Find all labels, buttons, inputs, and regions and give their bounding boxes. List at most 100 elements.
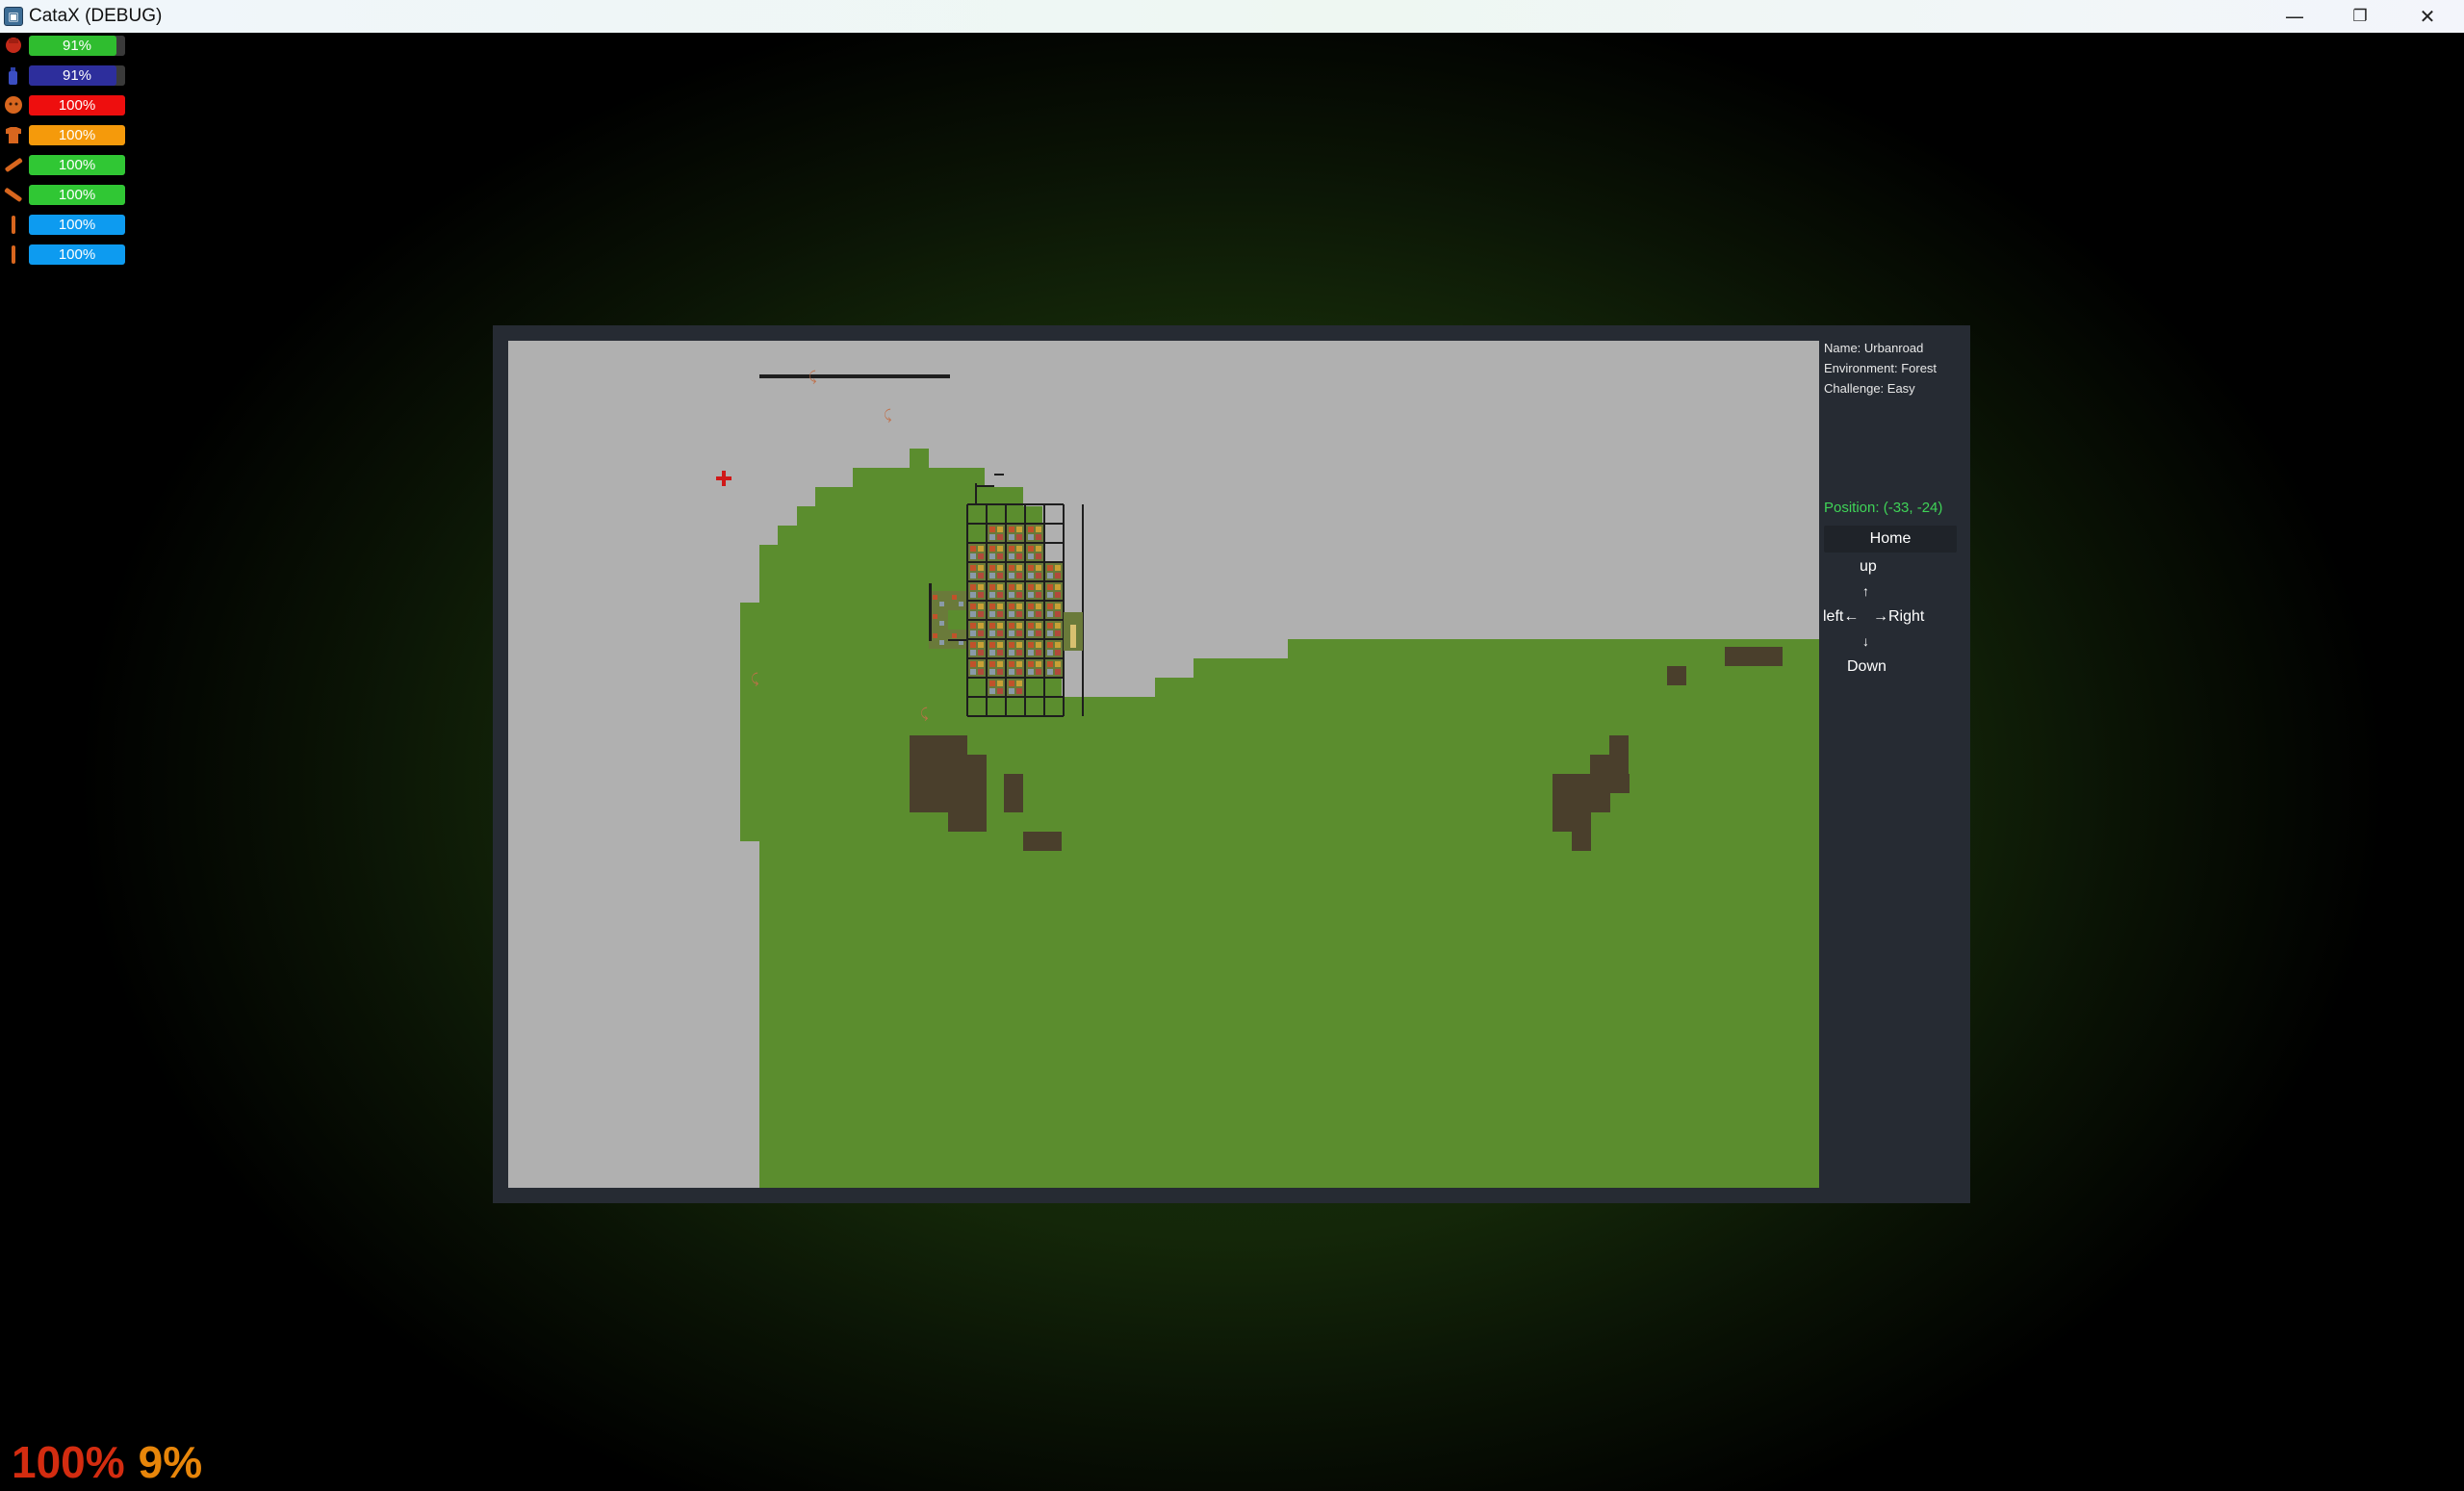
forest-patch: [1609, 735, 1629, 755]
city-street: [1063, 504, 1065, 716]
grass-area: [1155, 678, 1819, 697]
grass-area: [759, 861, 1819, 1188]
stat-label: 91%: [62, 67, 92, 84]
stat-label: 100%: [58, 97, 96, 114]
stat-label: 100%: [58, 127, 96, 143]
nav-right-button[interactable]: →Right: [1873, 608, 1924, 626]
overmap-sidebar: Name: Urbanroad Environment: Forest Chal…: [1819, 341, 1964, 1188]
creature-marker-icon: ⤹: [884, 408, 892, 424]
right-leg-icon: [2, 244, 25, 264]
city-street: [929, 583, 932, 641]
tile-environment: Environment: Forest: [1824, 361, 1938, 375]
road: [759, 374, 950, 378]
forest-patch: [1725, 647, 1783, 666]
close-button[interactable]: ✕: [2395, 0, 2460, 33]
forest-patch: [910, 735, 967, 755]
grass-area: [853, 468, 985, 487]
stat-row: 91%: [0, 33, 135, 58]
stat-bar: 100%: [29, 185, 125, 205]
stat-label: 100%: [58, 246, 96, 263]
restore-button[interactable]: ❐: [2327, 0, 2393, 33]
city-street: [967, 638, 1064, 640]
position-readout: Position: (-33, -24): [1824, 500, 1943, 516]
stat-row: 91%: [0, 63, 135, 88]
grass-area: [759, 841, 1819, 861]
city-street: [967, 657, 1064, 659]
stat-bar: 100%: [29, 244, 125, 265]
tile-challenge: Challenge: Easy: [1824, 381, 1915, 396]
player-marker: [716, 471, 732, 486]
torso-bottle-icon: [2, 65, 25, 85]
app-icon: ▣: [4, 7, 23, 26]
home-button[interactable]: Home: [1824, 526, 1957, 553]
city-block: [948, 591, 967, 610]
forest-patch: [1004, 774, 1023, 812]
head-icon: [2, 36, 25, 55]
grass-area: [910, 449, 929, 468]
stamina-percent: 9%: [138, 1437, 203, 1487]
window-title: CataX (DEBUG): [29, 6, 163, 26]
creature-marker-icon: ⤹: [808, 370, 817, 385]
city-street: [1024, 504, 1026, 716]
nav-down-button[interactable]: Down: [1847, 658, 1886, 676]
city-street: [967, 619, 1064, 621]
stat-bar: 100%: [29, 95, 125, 116]
overmap-tiles[interactable]: ⤹ ⤹ ⤹ ⤹: [508, 341, 1819, 1188]
city-street: [967, 542, 1064, 544]
nav-down-arrow: ↓: [1862, 633, 1869, 649]
hud-bottom-readout: 100% 9%: [12, 1436, 202, 1488]
stat-label: 100%: [58, 157, 96, 173]
nav-left-button[interactable]: left←: [1823, 608, 1859, 626]
unexplored-area: [740, 1169, 759, 1188]
stat-row: 100%: [0, 152, 135, 177]
stat-row: 100%: [0, 92, 135, 117]
unexplored-area: [1062, 678, 1155, 697]
stat-row: 100%: [0, 182, 135, 207]
city-street: [967, 561, 1064, 563]
tile-name: Name: Urbanroad: [1824, 341, 1924, 355]
unexplored-area: [508, 1169, 759, 1188]
face-icon: [2, 95, 25, 115]
minimize-button[interactable]: —: [2262, 0, 2327, 33]
grass-area: [740, 697, 1819, 841]
forest-patch: [1553, 812, 1591, 832]
city-street: [975, 485, 994, 487]
stat-bar: 100%: [29, 155, 125, 175]
stat-bar: 100%: [29, 125, 125, 145]
city-street: [966, 504, 968, 716]
nav-up-button[interactable]: up: [1860, 558, 1877, 576]
health-percent: 100%: [12, 1437, 125, 1487]
forest-patch: [1023, 832, 1062, 851]
overmap-view[interactable]: ⤹ ⤹ ⤹ ⤹: [508, 341, 1819, 1188]
city-street: [1005, 504, 1007, 716]
window-titlebar: ▣ CataX (DEBUG) — ❐ ✕: [0, 0, 2464, 33]
left-leg-icon: [2, 215, 25, 234]
left-arm-icon: [2, 155, 25, 174]
city-street: [948, 639, 967, 641]
stat-row: 100%: [0, 122, 135, 147]
stat-row: 100%: [0, 242, 135, 267]
stat-label: 100%: [58, 187, 96, 203]
city-street: [967, 600, 1064, 602]
stat-bar: 91%: [29, 65, 125, 86]
stat-bar: 100%: [29, 215, 125, 235]
stat-label: 100%: [58, 217, 96, 233]
city-street: [986, 504, 988, 716]
city-street: [967, 523, 1064, 525]
nav-up-arrow: ↑: [1862, 583, 1869, 599]
forest-patch: [1590, 755, 1629, 774]
city-street: [967, 677, 1064, 679]
forest-patch: [1553, 793, 1610, 812]
city-street: [967, 503, 1064, 505]
forest-patch: [948, 812, 987, 832]
forest-patch: [1553, 774, 1630, 793]
city-street: [1043, 504, 1045, 716]
forest-patch: [910, 755, 987, 774]
forest-patch: [1667, 666, 1686, 685]
city-street: [967, 696, 1064, 698]
creature-marker-icon: ⤹: [751, 672, 759, 687]
forest-patch: [1572, 832, 1591, 851]
grass-area: [1249, 658, 1288, 678]
shirt-icon: [2, 125, 25, 144]
stat-bar: 91%: [29, 36, 125, 56]
